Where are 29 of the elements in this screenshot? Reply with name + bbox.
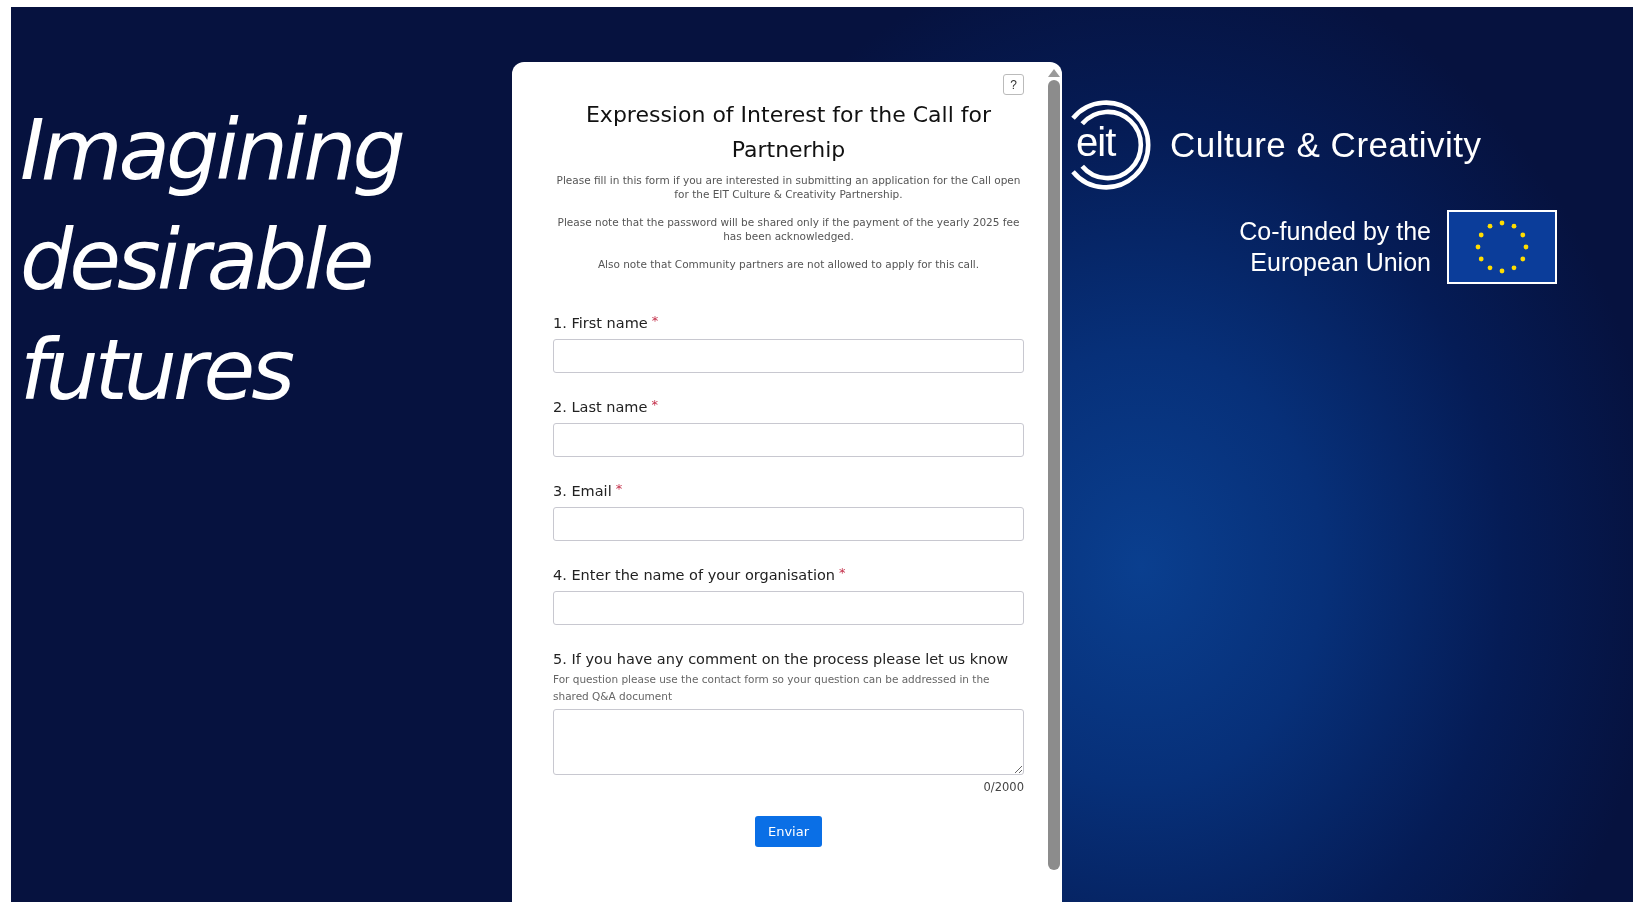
question-label: 4. Enter the name of your organisation bbox=[553, 566, 835, 585]
character-counter: 0/2000 bbox=[983, 780, 1024, 794]
funding-text: Co-funded by the European Union bbox=[1239, 216, 1431, 278]
comment-text-area[interactable] bbox=[553, 709, 1024, 775]
required-mark: * bbox=[839, 565, 846, 582]
question-label: 5. If you have any comment on the process please let us know bbox=[553, 650, 1009, 669]
help-button[interactable]: ? bbox=[1003, 74, 1024, 95]
intro-text: Please note that the password will be shared only if the payment of the yearly 2025 fee has been acknowledged. bbox=[556, 215, 1021, 243]
text-input-field[interactable] bbox=[553, 423, 1024, 457]
submit-button[interactable]: Enviar bbox=[754, 816, 823, 847]
intro-text: Also note that Community partners are not allowed to apply for this call. bbox=[596, 257, 981, 271]
text-input-field[interactable] bbox=[553, 339, 1024, 373]
hero-heading: Imagining desirable futures bbox=[20, 100, 404, 421]
question-label: 1. First name bbox=[553, 314, 648, 333]
text-input-field[interactable] bbox=[553, 591, 1024, 625]
scroll-up-arrow-icon[interactable] bbox=[1047, 68, 1061, 78]
logo-text: eit bbox=[1076, 120, 1116, 165]
question-label: 3. Email bbox=[553, 482, 612, 501]
required-mark: * bbox=[651, 313, 659, 330]
required-mark: * bbox=[615, 481, 623, 498]
form-title: Expression of Interest for the Call for Partnerhip bbox=[584, 101, 992, 164]
required-mark: * bbox=[651, 397, 658, 414]
intro-text: Please fill in this form if you are interested in submitting an application for the Call open for the EIT Culture & Creativity Partnership. bbox=[555, 173, 1022, 201]
eu-flag-icon bbox=[1447, 210, 1557, 284]
question-hint: For question please use the contact form so your question can be addressed in the shared Q&A document bbox=[553, 672, 991, 704]
question-label: 2. Last name bbox=[553, 398, 648, 417]
brand-name: Culture & Creativity bbox=[1170, 125, 1482, 165]
scrollbar-thumb[interactable] bbox=[1048, 80, 1060, 870]
text-input-field[interactable] bbox=[553, 507, 1024, 541]
